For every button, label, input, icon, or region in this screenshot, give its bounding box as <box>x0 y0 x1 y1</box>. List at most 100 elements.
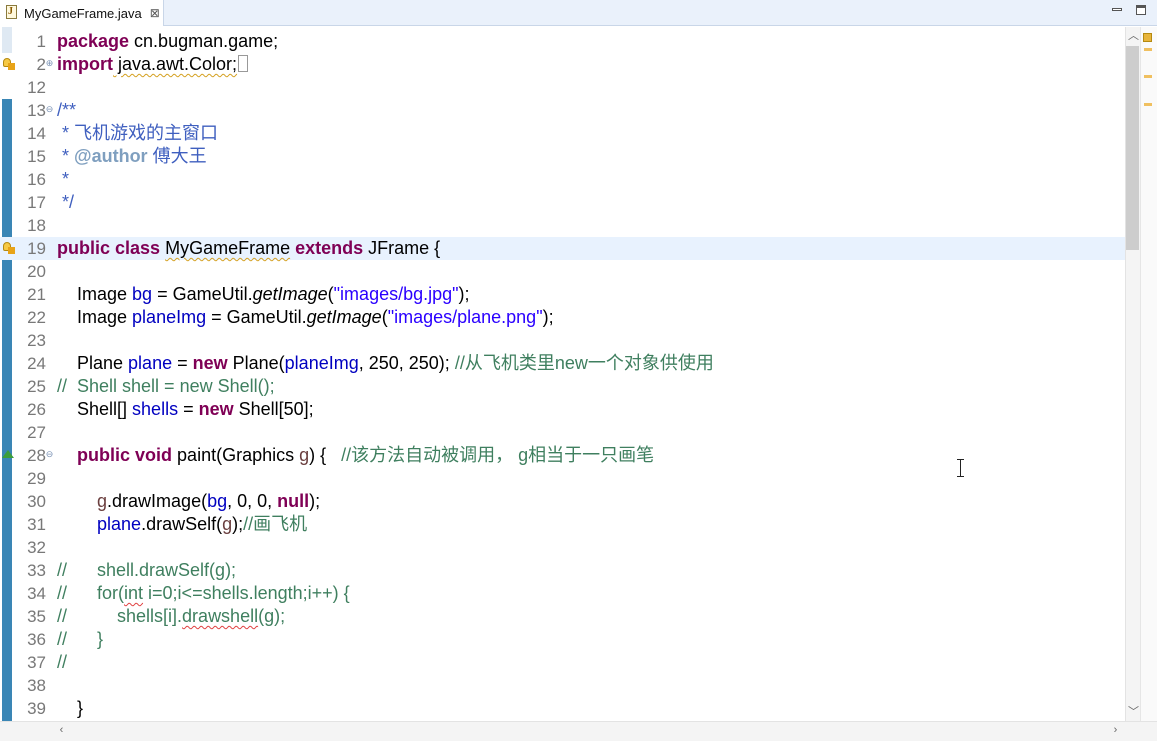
window-buttons <box>1111 4 1147 16</box>
code-text: // shells[i].drawshell(g); <box>57 606 286 626</box>
code-text: // shell.drawSelf(g); <box>57 560 237 580</box>
fold-expand-icon[interactable]: ⊕ <box>45 59 54 68</box>
line-number: 23 <box>27 331 46 350</box>
line-number: 33 <box>27 561 46 580</box>
line-number: 1 <box>36 32 46 51</box>
warnings-summary-icon[interactable] <box>1143 33 1152 42</box>
line-number: 13 <box>27 101 46 120</box>
code-text: public class MyGameFrame extends JFrame … <box>57 238 441 258</box>
line-number: 16 <box>27 170 46 189</box>
code-text: Image bg = GameUtil.getImage("images/bg.… <box>57 284 470 304</box>
java-file-icon: J <box>5 5 19 21</box>
code-line: 30 g.drawImage(bg, 0, 0, null); <box>0 490 1125 513</box>
line-number: 17 <box>27 193 46 212</box>
code-line: 23 <box>0 329 1125 352</box>
code-line: 32 <box>0 536 1125 559</box>
code-text: // Shell shell = new Shell(); <box>57 376 275 396</box>
tab-mygameframe[interactable]: J MyGameFrame.java ⊠ <box>0 0 164 26</box>
maximize-icon[interactable] <box>1135 4 1147 16</box>
code-text: plane.drawSelf(g);//画飞机 <box>97 514 308 534</box>
line-number: 35 <box>27 607 46 626</box>
overview-ruler[interactable] <box>1140 27 1157 721</box>
line-number: 18 <box>27 216 46 235</box>
folded-imports-icon[interactable] <box>238 55 249 72</box>
code-text: * 飞机游戏的主窗口 <box>57 123 219 143</box>
code-editor[interactable]: 1 package cn.bugman.game; 2 ⊕ import jav… <box>0 27 1125 721</box>
code-line: 39 } <box>0 697 1125 720</box>
line-number: 30 <box>27 492 46 511</box>
code-line: 24 Plane plane = new Plane(planeImg, 250… <box>0 352 1125 375</box>
line-number: 28 <box>27 446 46 465</box>
code-text: */ <box>57 192 75 212</box>
code-line: 12 <box>0 76 1125 99</box>
line-number: 25 <box>27 377 46 396</box>
tab-label: MyGameFrame.java <box>24 5 142 21</box>
editor-tab-bar: J MyGameFrame.java ⊠ <box>0 0 1157 26</box>
line-number: 36 <box>27 630 46 649</box>
line-number: 27 <box>27 423 46 442</box>
line-number: 21 <box>27 285 46 304</box>
code-text: import java.awt.Color; <box>57 53 249 76</box>
scroll-up-icon[interactable]: ︿ <box>1126 27 1141 43</box>
code-line: 2 ⊕ import java.awt.Color; <box>0 53 1125 76</box>
scroll-down-icon[interactable]: ﹀ <box>1126 703 1141 719</box>
code-line: 22 Image planeImg = GameUtil.getImage("i… <box>0 306 1125 329</box>
warning-marker[interactable] <box>1144 48 1152 51</box>
code-line: 1 package cn.bugman.game; <box>0 30 1125 53</box>
close-icon[interactable]: ⊠ <box>150 6 160 20</box>
code-line: 25 // Shell shell = new Shell(); <box>0 375 1125 398</box>
line-number: 37 <box>27 653 46 672</box>
warning-marker[interactable] <box>1144 103 1152 106</box>
scroll-right-icon[interactable]: › <box>1108 724 1123 736</box>
line-number: 2 <box>36 55 46 74</box>
code-line: 33 // shell.drawSelf(g); <box>0 559 1125 582</box>
code-text: // for(int i=0;i<=shells.length;i++) { <box>57 583 350 603</box>
line-number: 38 <box>27 676 46 695</box>
code-text: // <box>57 652 68 672</box>
code-line: 13 ⊖ /** <box>0 99 1125 122</box>
fold-collapse-icon[interactable]: ⊖ <box>45 450 54 459</box>
line-number: 20 <box>27 262 46 281</box>
line-number: 39 <box>27 699 46 718</box>
code-text: // } <box>57 629 104 649</box>
code-text: * @author 傅大王 <box>57 146 207 166</box>
line-number: 26 <box>27 400 46 419</box>
horizontal-scrollbar[interactable]: ‹ › <box>0 721 1157 741</box>
line-number: 24 <box>27 354 46 373</box>
code-text: Image planeImg = GameUtil.getImage("imag… <box>57 307 554 327</box>
vertical-scrollbar-thumb[interactable] <box>1126 46 1139 250</box>
fold-collapse-icon[interactable]: ⊖ <box>45 105 54 114</box>
line-number: 14 <box>27 124 46 143</box>
code-text: g.drawImage(bg, 0, 0, null); <box>97 491 321 511</box>
current-code-line: 19 public class MyGameFrame extends JFra… <box>0 237 1125 260</box>
code-text: Shell[] shells = new Shell[50]; <box>57 399 314 419</box>
code-text: Plane plane = new Plane(planeImg, 250, 2… <box>57 353 714 373</box>
line-number: 12 <box>27 78 46 97</box>
line-number: 32 <box>27 538 46 557</box>
code-text: /** <box>57 100 77 120</box>
code-line: 21 Image bg = GameUtil.getImage("images/… <box>0 283 1125 306</box>
code-text: public void paint(Graphics g) { //该方法自动被… <box>77 445 655 465</box>
code-line: 26 Shell[] shells = new Shell[50]; <box>0 398 1125 421</box>
scroll-left-icon[interactable]: ‹ <box>54 724 69 736</box>
code-text: } <box>57 698 84 718</box>
code-line: 15 * @author 傅大王 <box>0 145 1125 168</box>
code-line: 36 // } <box>0 628 1125 651</box>
code-text: * <box>57 169 70 189</box>
text-cursor-icon <box>956 459 966 477</box>
code-line: 20 <box>0 260 1125 283</box>
line-number: 34 <box>27 584 46 603</box>
line-number: 15 <box>27 147 46 166</box>
code-text: package cn.bugman.game; <box>57 31 279 51</box>
code-line: 27 <box>0 421 1125 444</box>
line-number: 31 <box>27 515 46 534</box>
code-line: 37 // <box>0 651 1125 674</box>
code-line: 35 // shells[i].drawshell(g); <box>0 605 1125 628</box>
warning-marker[interactable] <box>1144 75 1152 78</box>
line-number: 29 <box>27 469 46 488</box>
line-number: 19 <box>27 239 46 258</box>
code-line: 18 <box>0 214 1125 237</box>
minimize-icon[interactable] <box>1111 4 1123 16</box>
code-line: 16 * <box>0 168 1125 191</box>
code-line: 17 */ <box>0 191 1125 214</box>
